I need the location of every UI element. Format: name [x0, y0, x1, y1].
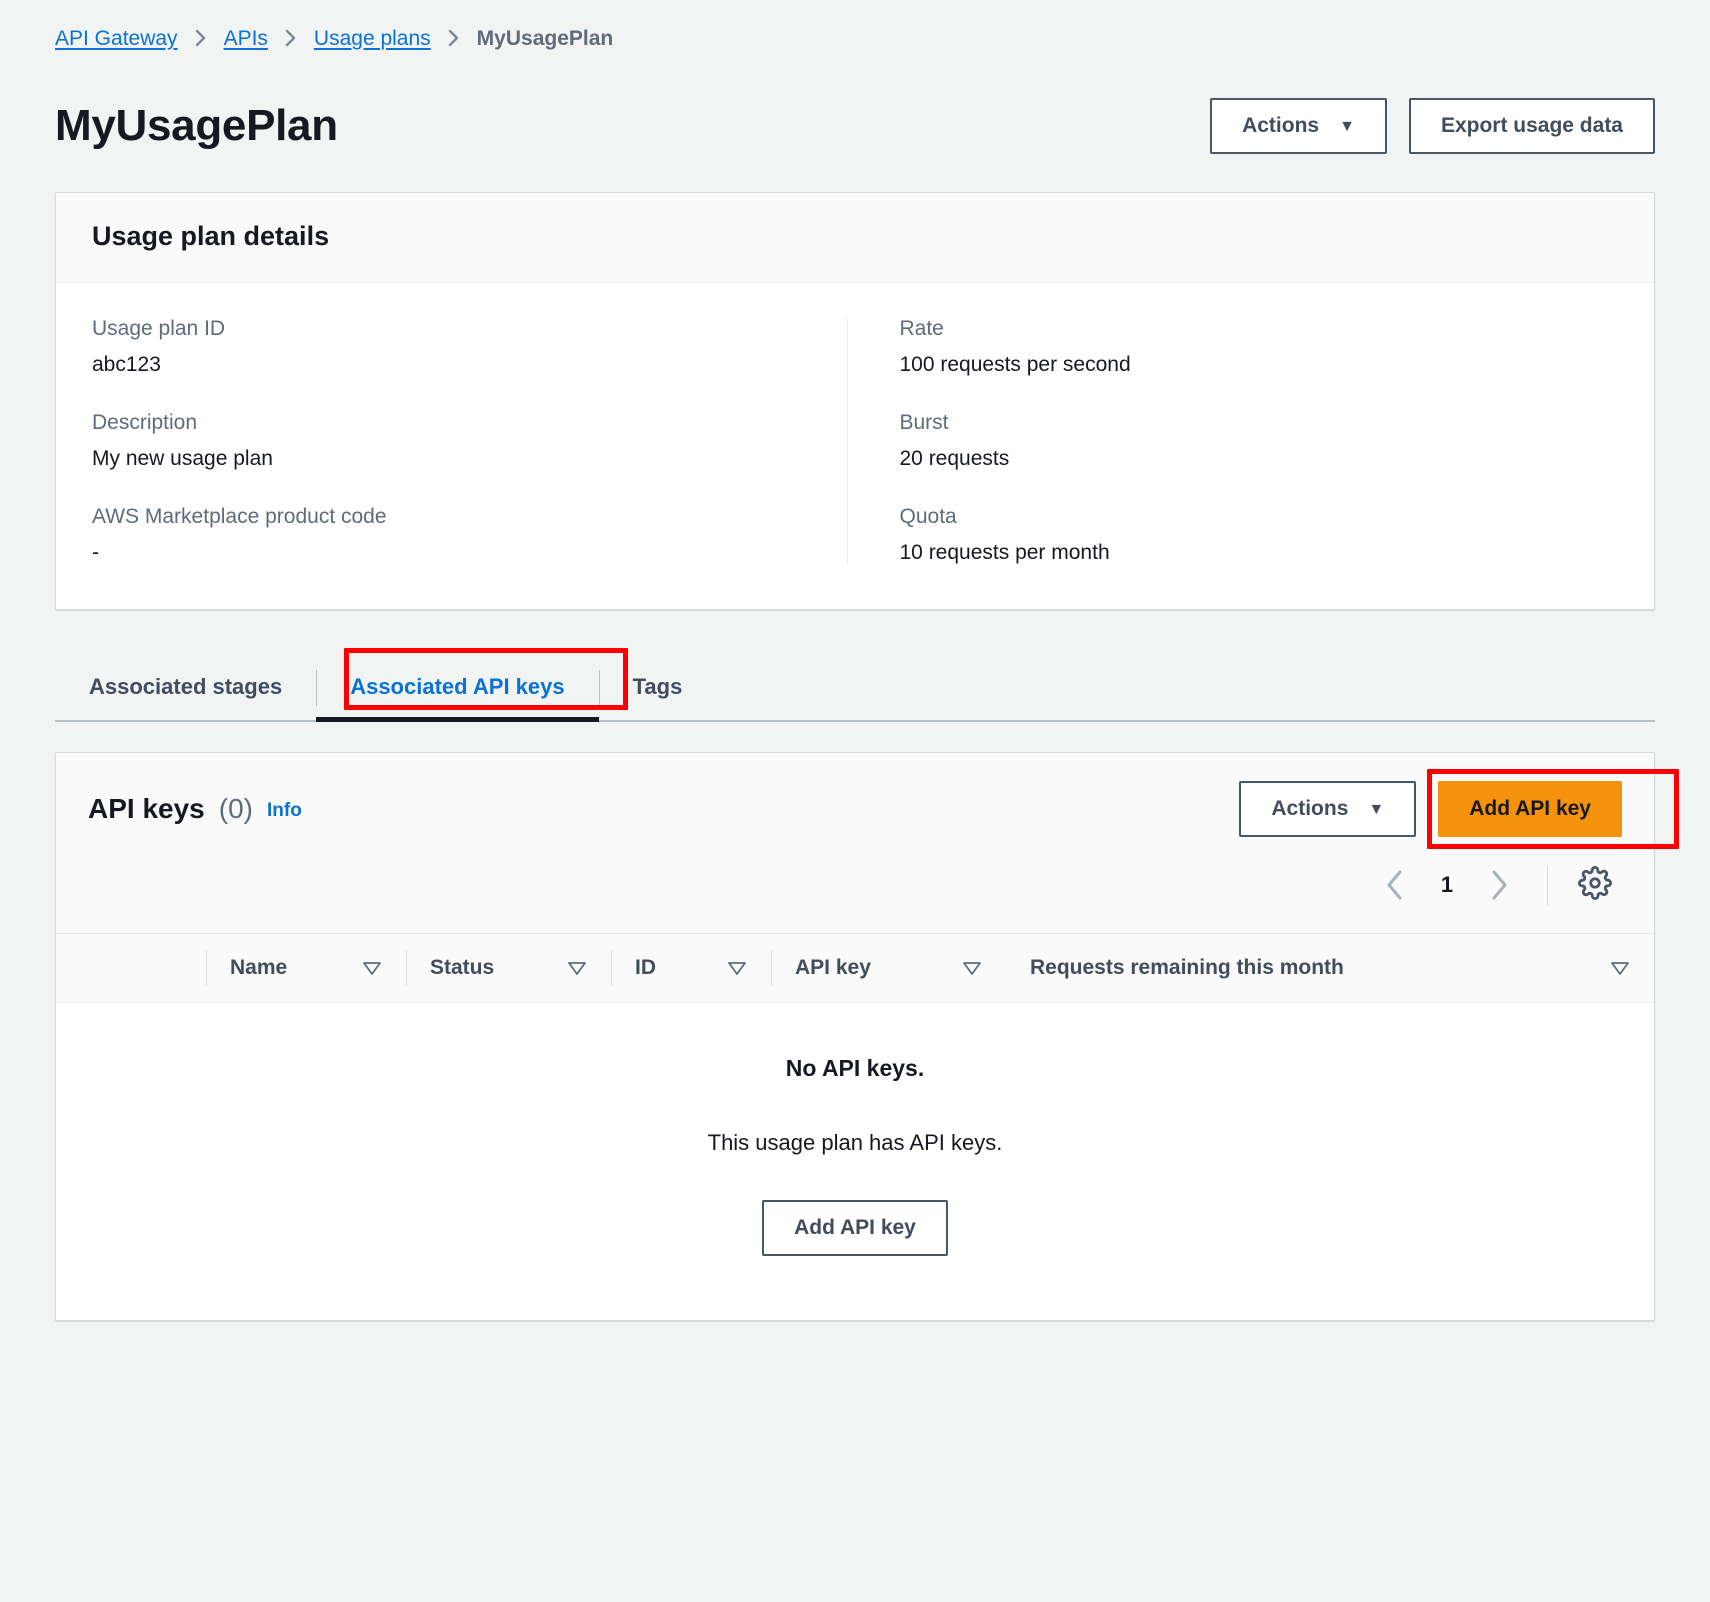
chevron-down-icon: ▼: [1339, 118, 1355, 135]
pagination-previous-button[interactable]: [1371, 861, 1419, 909]
info-link[interactable]: Info: [267, 800, 302, 822]
api-keys-count: (0): [218, 793, 253, 824]
field-label: Usage plan ID: [92, 317, 226, 340]
api-keys-actions: Actions ▼ Add API key: [1239, 769, 1680, 849]
column-header-requests-remaining[interactable]: Requests remaining this month: [1006, 933, 1654, 1003]
column-header-api-key[interactable]: API key: [771, 933, 1006, 1003]
field-burst: Burst 20 requests: [900, 411, 1619, 471]
field-value: 20 requests: [899, 447, 1010, 470]
gear-icon: [1578, 865, 1612, 905]
chevron-down-icon: ▼: [1368, 801, 1385, 818]
add-api-key-wrapper: Add API key: [1427, 769, 1680, 849]
breadcrumb-separator-icon: [194, 28, 208, 48]
usage-plan-details-card: Usage plan details Usage plan ID abc123 …: [55, 192, 1655, 610]
column-label: Name: [230, 956, 288, 979]
field-label: Quota: [899, 505, 957, 528]
field-label: AWS Marketplace product code: [92, 505, 387, 528]
column-header-spacer: [56, 933, 206, 1003]
field-quota: Quota 10 requests per month: [900, 505, 1619, 565]
breadcrumb-separator-icon: [447, 28, 461, 48]
field-aws-marketplace-product-code: AWS Marketplace product code -: [92, 505, 811, 565]
pagination-divider: [1547, 865, 1548, 905]
api-keys-panel-header: API keys (0) Info Actions ▼ Add API key: [56, 753, 1680, 933]
api-keys-header-top: API keys (0) Info Actions ▼ Add API key: [88, 769, 1680, 849]
sort-triangle-icon: [362, 959, 382, 977]
pagination: 1: [88, 839, 1622, 933]
tab-list: Associated stages Associated API keys Ta…: [55, 656, 1655, 722]
column-header-id[interactable]: ID: [611, 933, 771, 1003]
empty-state-cell: No API keys. This usage plan has API key…: [56, 1002, 1654, 1320]
page-title: MyUsagePlan: [55, 101, 338, 150]
sort-triangle-icon: [962, 959, 982, 977]
field-rate: Rate 100 requests per second: [900, 317, 1619, 377]
sort-triangle-icon: [567, 959, 587, 977]
empty-state-title: No API keys.: [785, 1055, 925, 1081]
pagination-next-button[interactable]: [1475, 861, 1523, 909]
breadcrumb-item-apis[interactable]: APIs: [224, 27, 268, 51]
api-keys-table-head: Name Status ID API key Requests remainin…: [56, 933, 1654, 1003]
breadcrumb-item-api-gateway[interactable]: API Gateway: [55, 27, 178, 51]
empty-state-add-api-key-button[interactable]: Add API key: [762, 1200, 948, 1256]
field-label: Description: [92, 411, 198, 434]
table-preferences-button[interactable]: [1572, 862, 1618, 908]
empty-state-row: No API keys. This usage plan has API key…: [56, 1002, 1654, 1320]
add-api-key-button[interactable]: Add API key: [1438, 781, 1622, 837]
column-label: ID: [635, 956, 656, 979]
tab-tags[interactable]: Tags: [598, 656, 717, 720]
breadcrumb-item-current: MyUsagePlan: [476, 27, 614, 50]
breadcrumb-item-usage-plans[interactable]: Usage plans: [314, 27, 431, 51]
tabs-wrapper: Associated stages Associated API keys Ta…: [55, 648, 1655, 722]
field-value: -: [92, 541, 99, 564]
api-keys-actions-label: Actions: [1271, 797, 1349, 820]
chevron-right-icon: [1488, 868, 1510, 902]
column-label: Status: [430, 956, 495, 979]
api-keys-title-group: API keys (0) Info: [88, 793, 302, 825]
actions-button-label: Actions: [1242, 114, 1320, 137]
tab-associated-api-keys[interactable]: Associated API keys: [316, 656, 600, 722]
field-value: abc123: [92, 353, 161, 376]
table-header-row: Name Status ID API key Requests remainin…: [56, 933, 1654, 1003]
breadcrumb: API Gateway APIs Usage plans MyUsagePlan: [55, 0, 1655, 50]
sort-triangle-icon: [1610, 959, 1630, 977]
usage-plan-details-header: Usage plan details: [56, 193, 1654, 283]
column-label: API key: [795, 956, 871, 979]
api-keys-table: Name Status ID API key Requests remainin…: [56, 933, 1654, 1320]
usage-plan-details-body: Usage plan ID abc123 Description My new …: [56, 283, 1654, 609]
page-header: MyUsagePlan Actions ▼ Export usage data: [55, 96, 1655, 156]
export-usage-data-button[interactable]: Export usage data: [1408, 98, 1655, 154]
api-keys-actions-button[interactable]: Actions ▼: [1239, 781, 1417, 837]
field-usage-plan-id: Usage plan ID abc123: [92, 317, 811, 377]
empty-state-subtitle: This usage plan has API keys.: [707, 1130, 1003, 1155]
usage-plan-details-title: Usage plan details: [92, 221, 330, 251]
column-label: Requests remaining this month: [1030, 956, 1344, 979]
pagination-page-1[interactable]: 1: [1425, 863, 1469, 907]
field-label: Rate: [899, 317, 944, 340]
column-header-status[interactable]: Status: [406, 933, 611, 1003]
field-value: My new usage plan: [92, 447, 273, 470]
tab-associated-stages[interactable]: Associated stages: [55, 656, 316, 720]
api-keys-panel: API keys (0) Info Actions ▼ Add API key: [55, 752, 1680, 1321]
field-value: 10 requests per month: [899, 541, 1110, 564]
usage-plan-page: API Gateway APIs Usage plans MyUsagePlan…: [0, 0, 1710, 1602]
details-column-left: Usage plan ID abc123 Description My new …: [56, 317, 847, 565]
api-keys-title: API keys: [88, 793, 205, 824]
chevron-left-icon: [1384, 868, 1406, 902]
actions-button[interactable]: Actions ▼: [1210, 98, 1387, 154]
empty-state-action-wrapper: Add API key: [56, 1200, 1654, 1256]
column-header-name[interactable]: Name: [206, 933, 406, 1003]
header-actions: Actions ▼ Export usage data: [1210, 98, 1655, 154]
field-value: 100 requests per second: [899, 353, 1131, 376]
field-label: Burst: [899, 411, 949, 434]
breadcrumb-separator-icon: [284, 28, 298, 48]
sort-triangle-icon: [727, 959, 747, 977]
api-keys-table-body: No API keys. This usage plan has API key…: [56, 1002, 1654, 1320]
details-column-right: Rate 100 requests per second Burst 20 re…: [846, 317, 1655, 565]
field-description: Description My new usage plan: [92, 411, 811, 471]
